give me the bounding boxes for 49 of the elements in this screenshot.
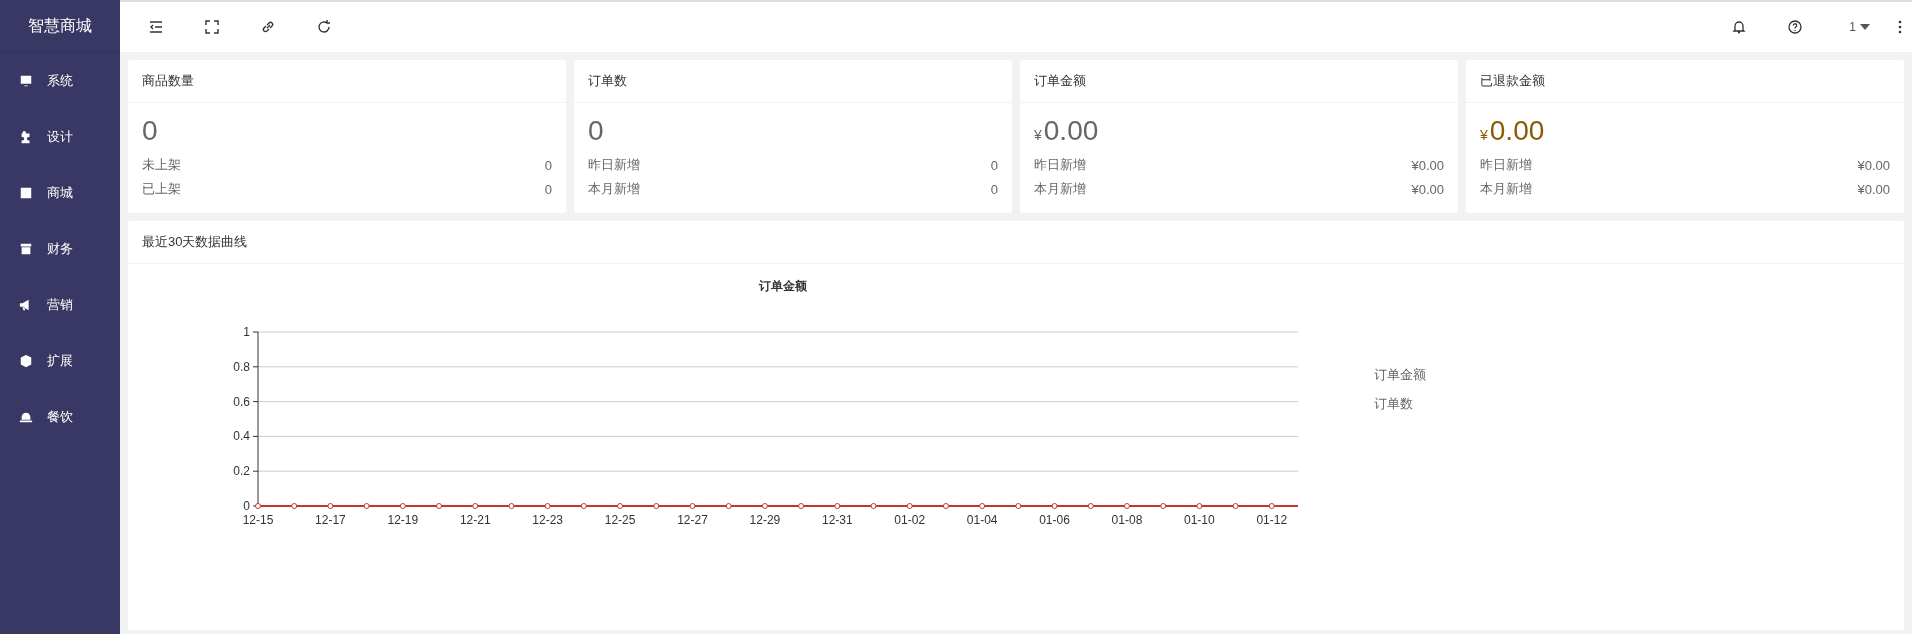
currency-symbol: ¥ <box>1034 127 1042 143</box>
stat-label: 昨日新增 <box>1034 156 1086 174</box>
x-tick-label: 12-29 <box>749 513 781 527</box>
x-tick-label: 01-06 <box>1039 513 1070 527</box>
stat-row-value: 0 <box>990 181 998 197</box>
x-tick-label: 12-25 <box>604 513 636 527</box>
y-tick-label: 0.8 <box>233 359 250 374</box>
x-tick-label: 12-31 <box>821 513 853 527</box>
stat-row-value: ¥0.00 <box>1857 157 1890 173</box>
stat-row-value: 0 <box>544 181 552 197</box>
stat-label: 未上架 <box>142 156 181 174</box>
x-tick-label: 12-15 <box>242 513 274 527</box>
x-tick-label: 12-27 <box>677 513 708 527</box>
x-tick-label: 01-08 <box>1111 513 1143 527</box>
stat-row-value: ¥0.00 <box>1857 181 1890 197</box>
panel-title: 最近30天数据曲线 <box>128 221 1904 264</box>
stat-value: 0 <box>588 115 604 147</box>
y-tick-label: 0.6 <box>233 394 250 409</box>
currency-symbol: ¥ <box>1480 127 1488 143</box>
stat-row-value: ¥0.00 <box>1411 181 1444 197</box>
x-tick-label: 01-04 <box>966 513 998 527</box>
stat-value: 0.00 <box>1489 115 1545 147</box>
stat-row-value: ¥0.00 <box>1411 157 1444 173</box>
x-tick-label: 12-19 <box>387 513 419 527</box>
y-tick-label: 0.4 <box>233 429 250 444</box>
stat-value: 0.00 <box>1043 115 1099 147</box>
stat-label: 昨日新增 <box>588 156 640 174</box>
stat-value: 0 <box>142 115 158 147</box>
card-title: 已退款金额 <box>1466 60 1904 103</box>
x-tick-label: 12-21 <box>459 513 491 527</box>
chart-title: 订单金额 <box>759 279 807 293</box>
stat-label: 本月新增 <box>588 180 640 198</box>
x-tick-label: 01-12 <box>1256 513 1288 527</box>
stat-row-value: 0 <box>544 157 552 173</box>
stat-label: 本月新增 <box>1480 180 1532 198</box>
x-tick-label: 12-17 <box>315 513 346 527</box>
x-tick-label: 12-23 <box>532 513 563 527</box>
stat-row-value: 0 <box>990 157 998 173</box>
stat-label: 本月新增 <box>1034 180 1086 198</box>
y-tick-label: 0 <box>243 499 250 513</box>
x-tick-label: 01-10 <box>1184 513 1215 527</box>
y-tick-label: 1 <box>243 325 250 339</box>
stat-label: 已上架 <box>142 180 181 198</box>
x-tick-label: 01-02 <box>894 513 926 527</box>
card-title: 订单金额 <box>1020 60 1458 103</box>
card-title: 商品数量 <box>128 60 566 103</box>
stat-label: 昨日新增 <box>1480 156 1532 174</box>
card-title: 订单数 <box>574 60 1012 103</box>
y-tick-label: 0.2 <box>233 464 250 479</box>
